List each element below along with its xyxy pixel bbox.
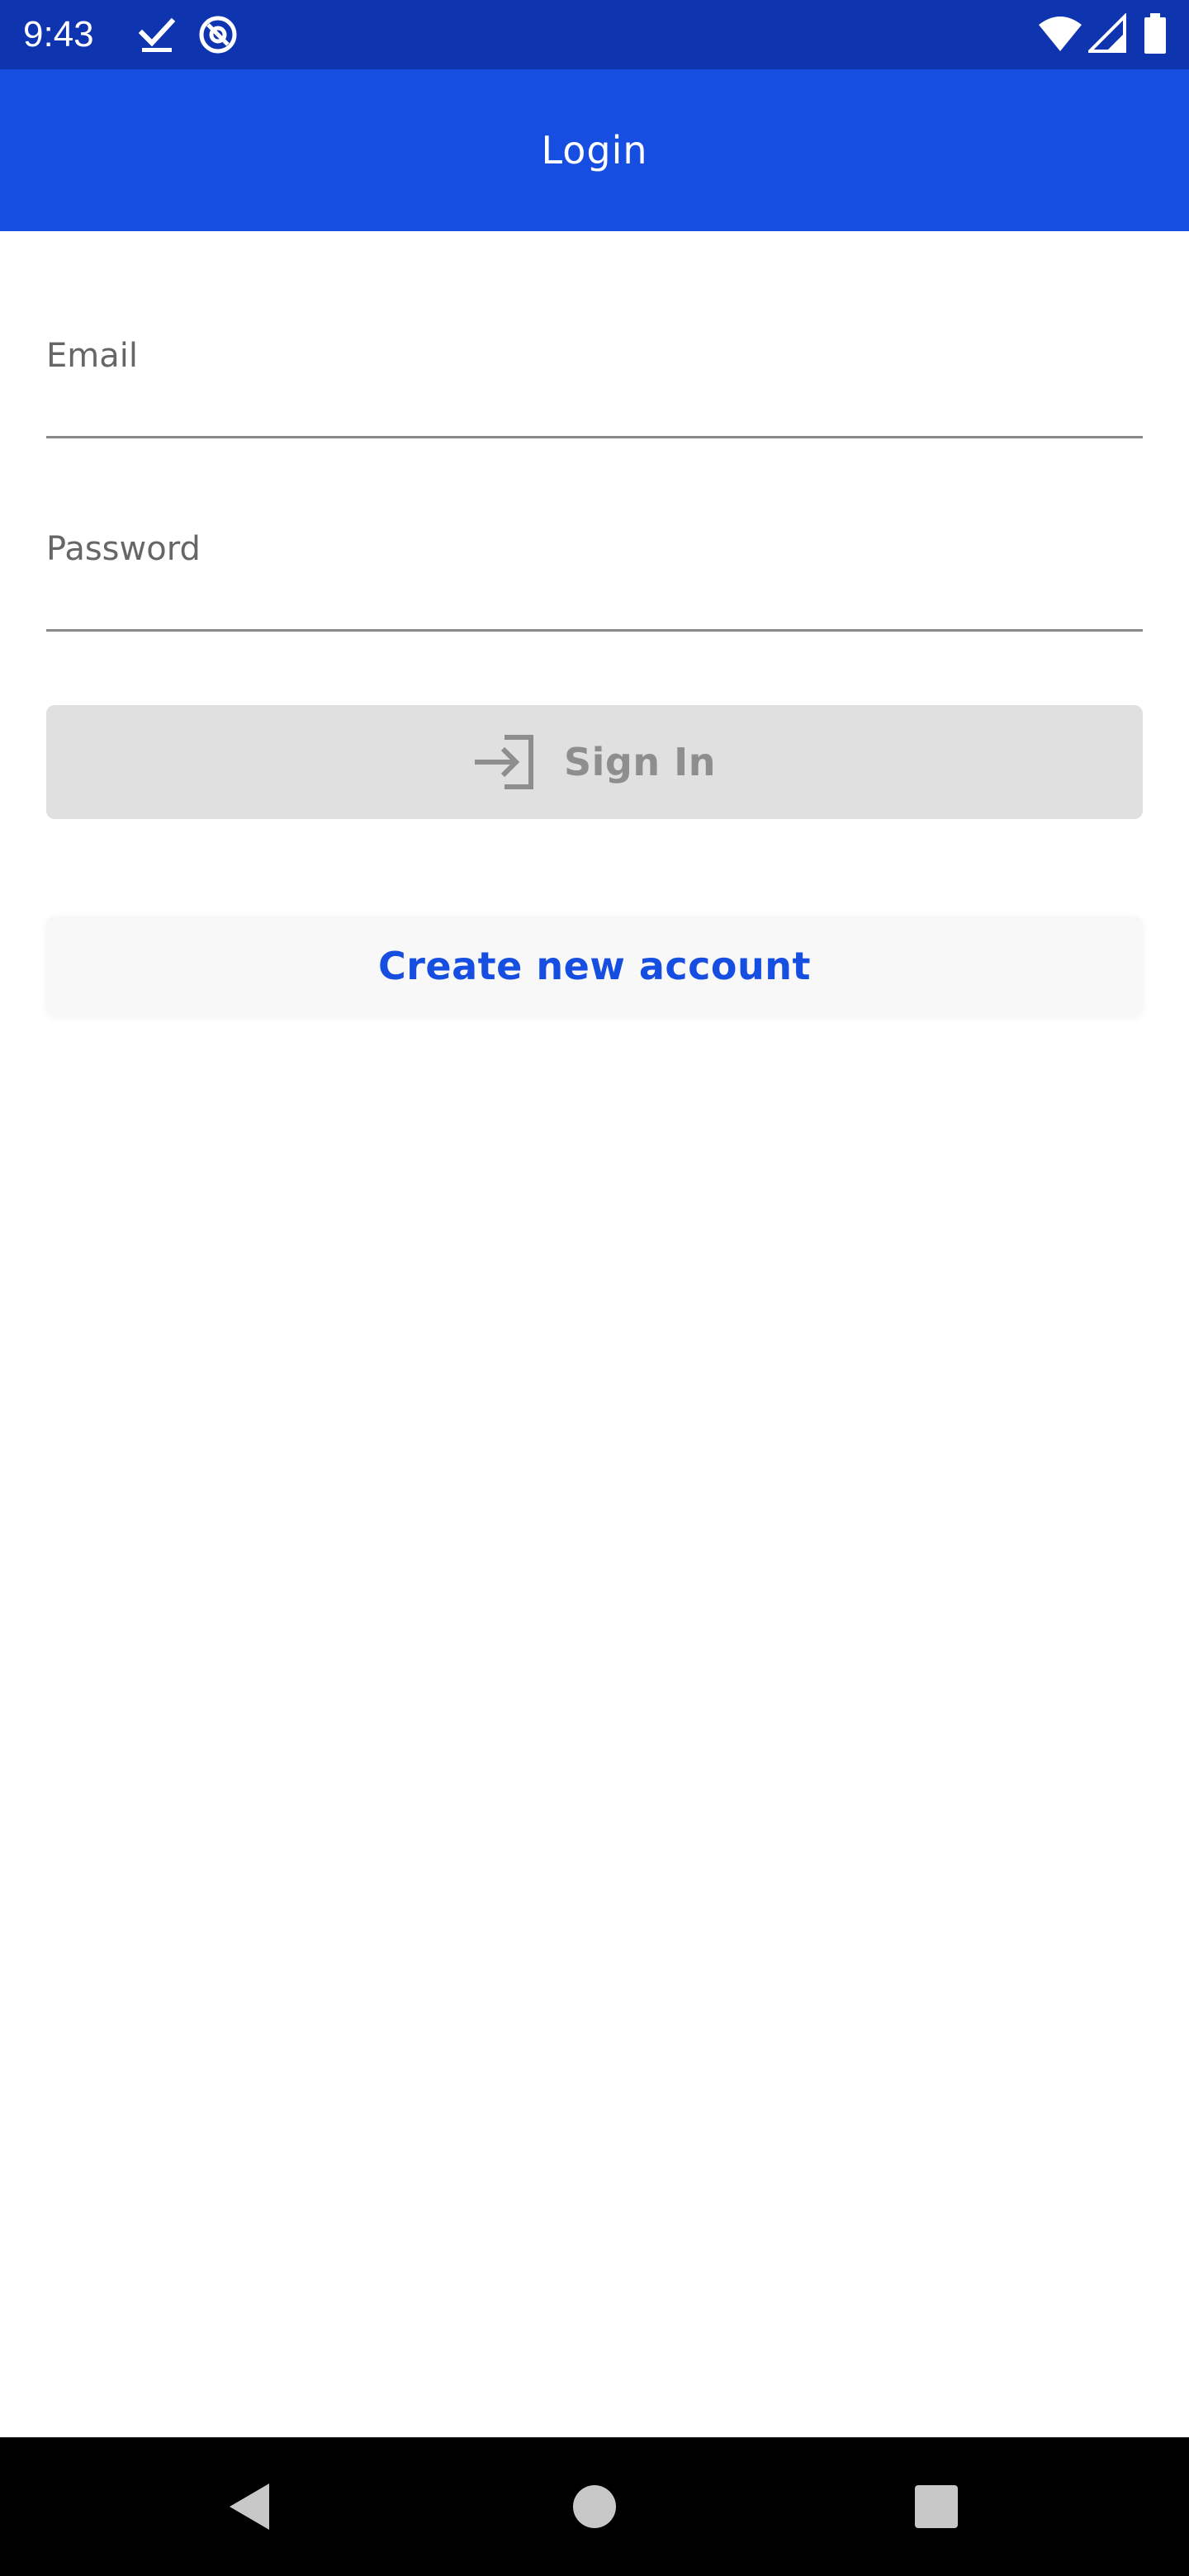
create-account-button[interactable]: Create new account [46,916,1143,1016]
home-button[interactable] [553,2465,636,2548]
create-account-label: Create new account [377,944,811,988]
login-icon [475,735,534,789]
back-button[interactable] [208,2465,291,2548]
battery-icon [1144,13,1166,54]
system-nav-bar [0,2437,1189,2576]
wifi-icon [1039,17,1082,51]
back-icon [230,2484,269,2530]
at-sign-icon [199,16,237,54]
password-label: Password [46,530,201,568]
check-icon [138,17,176,52]
email-input[interactable] [46,380,1143,429]
email-field[interactable]: Email [46,337,1143,438]
password-field[interactable]: Password [46,530,1143,632]
sign-in-button[interactable]: Sign In [46,705,1143,819]
recents-icon [915,2485,958,2528]
sign-in-label: Sign In [564,740,716,784]
page-title: Login [541,128,648,173]
status-bar: 9:43 [0,0,1189,69]
email-label: Email [46,337,138,375]
home-icon [573,2485,616,2528]
status-time: 9:43 [23,14,94,54]
recents-button[interactable] [895,2465,978,2548]
password-input[interactable] [46,573,1143,623]
app-bar: Login [0,69,1189,231]
signal-icon [1088,13,1126,53]
login-screen: 9:43 Login Email Password Sign In Create… [0,0,1189,2576]
